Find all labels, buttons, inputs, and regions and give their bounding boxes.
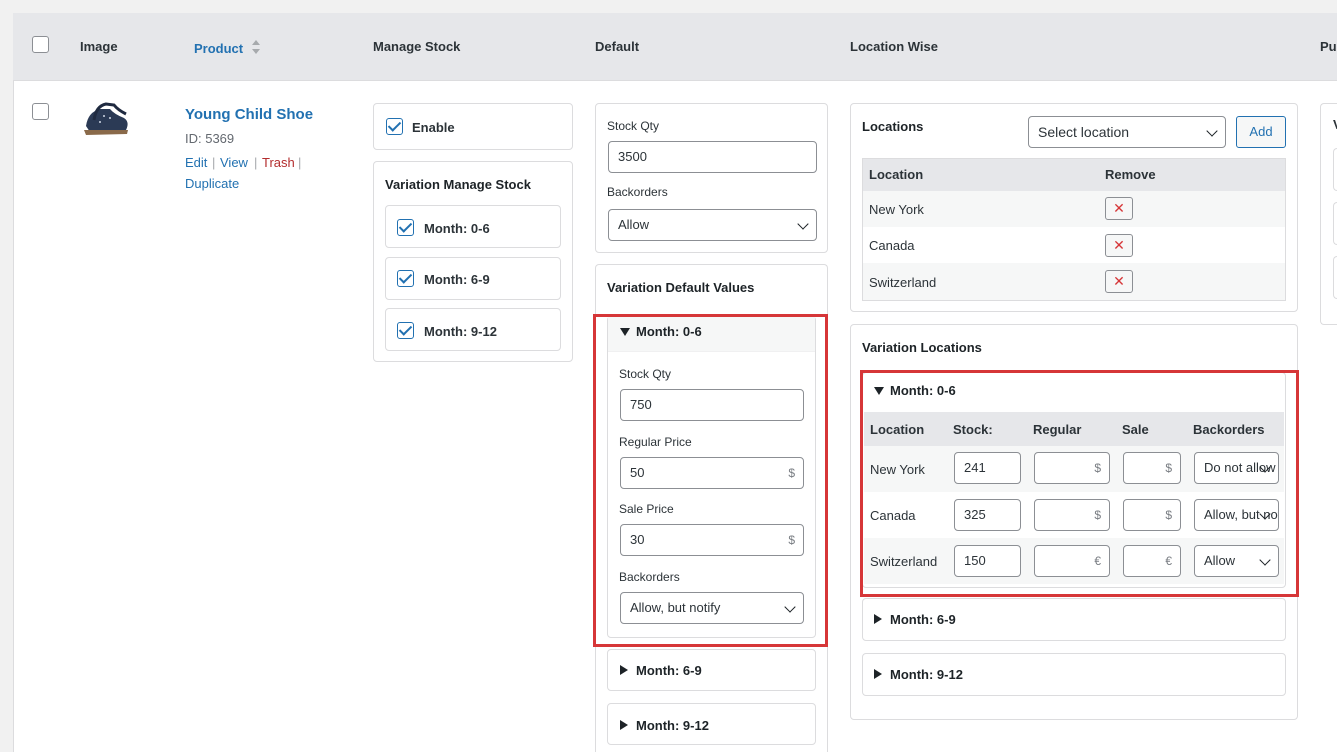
product-thumbnail[interactable] bbox=[80, 100, 132, 140]
variation-stock-label: Month: 9-12 bbox=[424, 324, 497, 339]
separator: | bbox=[298, 155, 302, 170]
backorders-label: Backorders bbox=[607, 185, 668, 199]
variation-stock-label: Month: 6-9 bbox=[424, 272, 490, 287]
locations-col-remove: Remove bbox=[1105, 167, 1156, 182]
enable-stock-checkbox[interactable] bbox=[386, 118, 403, 135]
caret-right-icon bbox=[874, 669, 882, 679]
column-image: Image bbox=[80, 39, 118, 54]
next-column-item bbox=[1333, 148, 1337, 191]
next-column-item bbox=[1333, 202, 1337, 245]
column-purchase: Pu bbox=[1320, 39, 1337, 54]
highlight-box bbox=[593, 314, 828, 647]
select-location-dropdown[interactable]: Select location bbox=[1028, 116, 1226, 148]
location-name: Canada bbox=[869, 238, 915, 253]
caret-right-icon bbox=[620, 720, 628, 730]
column-product[interactable]: Product bbox=[194, 39, 261, 56]
variation-accordion-label: Month: 6-9 bbox=[636, 663, 702, 678]
variation-accordion-header[interactable]: Month: 9-12 bbox=[620, 718, 709, 733]
next-column-item bbox=[1333, 256, 1337, 299]
variation-accordion-header[interactable]: Month: 9-12 bbox=[874, 667, 963, 682]
variation-stock-label: Month: 0-6 bbox=[424, 221, 490, 236]
enable-stock-panel bbox=[373, 103, 573, 150]
locations-col-location: Location bbox=[869, 167, 924, 182]
select-location-placeholder: Select location bbox=[1038, 124, 1130, 140]
stock-qty-label: Stock Qty bbox=[607, 119, 660, 133]
variation-accordion-label: Month: 9-12 bbox=[890, 667, 963, 682]
caret-right-icon bbox=[620, 665, 628, 675]
edit-link[interactable]: Edit bbox=[185, 155, 207, 170]
next-column-label-fragment: V bbox=[1333, 117, 1337, 132]
duplicate-link[interactable]: Duplicate bbox=[185, 176, 239, 191]
product-id: ID: 5369 bbox=[185, 131, 235, 146]
trash-link[interactable]: Trash bbox=[262, 155, 295, 170]
backorders-select-value: Allow bbox=[618, 217, 650, 232]
variation-stock-checkbox[interactable] bbox=[397, 322, 414, 339]
chevron-down-icon bbox=[797, 218, 809, 230]
table-row bbox=[863, 227, 1285, 263]
stock-qty-input[interactable]: 3500 bbox=[608, 141, 817, 173]
row-checkbox[interactable] bbox=[32, 103, 49, 120]
add-location-button[interactable]: Add bbox=[1236, 116, 1286, 148]
chevron-down-icon bbox=[1206, 125, 1218, 137]
variation-stock-checkbox[interactable] bbox=[397, 219, 414, 236]
locations-title: Locations bbox=[862, 119, 924, 134]
column-manage-stock: Manage Stock bbox=[373, 39, 461, 54]
remove-location-button[interactable]: ✕ bbox=[1105, 270, 1133, 293]
caret-right-icon bbox=[874, 614, 882, 624]
enable-stock-label: Enable bbox=[412, 120, 455, 135]
view-link[interactable]: View bbox=[220, 155, 248, 170]
variation-default-title: Variation Default Values bbox=[607, 280, 755, 295]
separator: | bbox=[212, 155, 216, 170]
remove-location-button[interactable]: ✕ bbox=[1105, 197, 1133, 220]
sort-icon bbox=[251, 39, 261, 54]
variation-locations-title: Variation Locations bbox=[862, 340, 982, 355]
remove-location-button[interactable]: ✕ bbox=[1105, 234, 1133, 257]
column-default: Default bbox=[595, 39, 640, 54]
variation-manage-stock-title: Variation Manage Stock bbox=[385, 177, 531, 192]
column-location-wise: Location Wise bbox=[850, 39, 939, 54]
location-name: New York bbox=[869, 202, 924, 217]
select-all-checkbox[interactable] bbox=[32, 36, 49, 53]
variation-accordion-label: Month: 9-12 bbox=[636, 718, 709, 733]
variation-stock-checkbox[interactable] bbox=[397, 270, 414, 287]
variation-accordion-label: Month: 6-9 bbox=[890, 612, 956, 627]
variation-accordion-header[interactable]: Month: 6-9 bbox=[620, 663, 702, 678]
highlight-box bbox=[860, 370, 1299, 597]
table-row bbox=[863, 191, 1285, 227]
backorders-select[interactable]: Allow bbox=[608, 209, 817, 241]
separator: | bbox=[254, 155, 258, 170]
location-name: Switzerland bbox=[869, 275, 937, 290]
variation-accordion-header[interactable]: Month: 6-9 bbox=[874, 612, 956, 627]
product-name-link[interactable]: Young Child Shoe bbox=[185, 106, 313, 123]
locations-table-header bbox=[863, 159, 1285, 191]
column-product-label: Product bbox=[194, 41, 244, 56]
